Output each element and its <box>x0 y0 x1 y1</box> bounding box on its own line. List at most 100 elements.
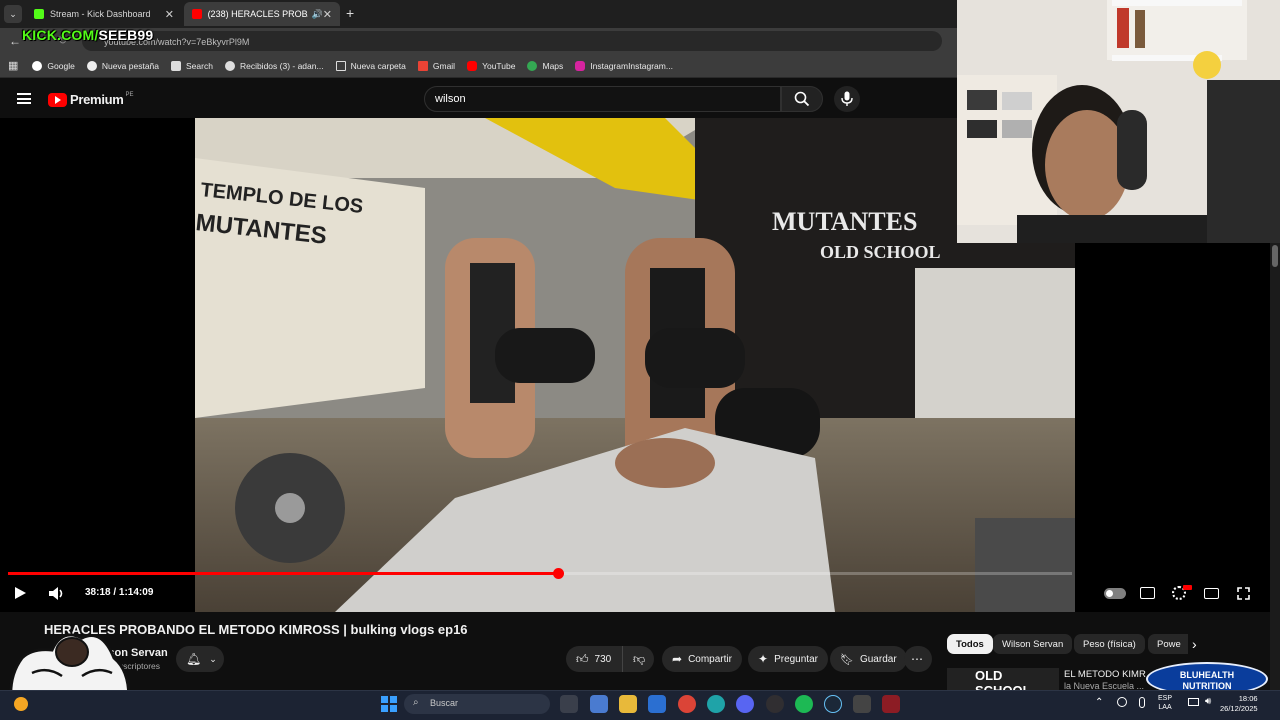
chevron-down-icon: ⌄ <box>209 653 217 664</box>
fullscreen-icon[interactable] <box>1237 587 1250 600</box>
tab-kick-dashboard[interactable]: Stream - Kick Dashboard ✕ <box>26 2 182 26</box>
globe-icon <box>86 60 97 71</box>
widgets-icon[interactable] <box>590 695 608 713</box>
display-icon[interactable] <box>1188 698 1199 706</box>
spotify-icon[interactable] <box>795 695 813 713</box>
bookmark-gmail[interactable]: Gmail <box>417 60 455 71</box>
share-button[interactable]: ➦ Compartir <box>662 646 742 672</box>
bookmark-youtube[interactable]: YouTube <box>467 60 515 71</box>
menu-icon[interactable] <box>17 93 31 104</box>
back-icon[interactable]: ← <box>9 34 21 48</box>
tab-label: Stream - Kick Dashboard <box>50 9 151 19</box>
store-icon[interactable] <box>648 695 666 713</box>
chip-channel[interactable]: Wilson Servan <box>993 634 1073 654</box>
new-tab-button[interactable]: + <box>346 5 354 21</box>
search-button[interactable] <box>781 86 823 112</box>
recommended-thumbnail[interactable]: OLD SCHOOL <box>947 668 1059 690</box>
bookmark-google[interactable]: Google <box>32 60 75 71</box>
taskbar-search-input[interactable]: ⌕ Buscar <box>404 694 550 714</box>
bookmarks-bar: ▦ Google Nueva pestaña Search Recibidos … <box>0 54 957 78</box>
progress-bar[interactable] <box>8 568 1072 579</box>
speaker-icon[interactable]: 🔊 <box>312 9 323 20</box>
windows-start-icon[interactable] <box>381 696 397 712</box>
microphone-tray-icon[interactable] <box>1139 697 1145 708</box>
progress-scrubber[interactable] <box>552 568 564 579</box>
search-icon <box>171 60 182 71</box>
chevron-right-icon[interactable]: › <box>1192 636 1197 652</box>
scrollbar[interactable] <box>1270 243 1280 690</box>
chip-all[interactable]: Todos <box>947 634 993 654</box>
autoplay-toggle[interactable] <box>1104 588 1126 599</box>
bookmark-inbox[interactable]: Recibidos (3) - adan... <box>224 60 324 71</box>
steam-icon[interactable] <box>824 695 842 713</box>
subtitles-icon[interactable] <box>1140 587 1155 599</box>
ask-button[interactable]: ✦ Preguntar <box>748 646 828 672</box>
bookmark-new-tab[interactable]: Nueva pestaña <box>86 60 159 71</box>
bookmark-folder[interactable]: Nueva carpeta <box>335 60 406 71</box>
tab-bar: ⌄ Stream - Kick Dashboard ✕ (238) HERACL… <box>0 0 957 28</box>
tab-label: (238) HERACLES PROBANDO <box>207 9 308 19</box>
obs-icon[interactable] <box>766 695 784 713</box>
scrollbar-thumb[interactable] <box>1272 245 1278 267</box>
play-button[interactable] <box>15 587 26 599</box>
logo-text: Premium <box>70 92 124 107</box>
kick-icon <box>34 9 44 19</box>
bookmark-instagram[interactable]: InstagramInstagram... <box>575 60 673 71</box>
webcam-overlay <box>957 0 1280 243</box>
youtube-play-icon <box>48 92 67 107</box>
network-icon[interactable] <box>1117 697 1127 707</box>
bookmark-search[interactable]: Search <box>171 60 213 71</box>
bookmark-maps[interactable]: Maps <box>527 60 563 71</box>
tab-youtube[interactable]: (238) HERACLES PROBANDO 🔊 ✕ <box>184 2 340 26</box>
bell-icon: 🔔︎ <box>186 652 202 666</box>
file-explorer-icon[interactable] <box>619 695 637 713</box>
close-icon[interactable]: ✕ <box>323 8 332 21</box>
notification-badge-icon[interactable] <box>14 697 28 711</box>
chrome-icon[interactable] <box>678 695 696 713</box>
youtube-logo[interactable]: Premium PE <box>48 92 134 107</box>
chip-power[interactable]: Powe <box>1148 634 1188 654</box>
kick-channel: SEEB99 <box>98 27 154 43</box>
dislike-button[interactable]: 👎︎ <box>622 646 654 672</box>
share-icon: ➦ <box>672 652 683 666</box>
recommended-title-1[interactable]: EL METODO KIMROS... <box>1064 669 1146 680</box>
search-input[interactable]: wilson <box>424 86 781 112</box>
more-icon: ⋯ <box>911 652 923 666</box>
svg-text:OLD SCHOOL: OLD SCHOOL <box>820 242 941 262</box>
voice-search-button[interactable] <box>834 86 860 112</box>
save-button[interactable]: 🔖︎ Guardar <box>830 646 907 672</box>
microphone-icon <box>841 91 853 106</box>
discord-icon[interactable] <box>736 695 754 713</box>
close-icon[interactable]: ✕ <box>165 8 174 21</box>
tab-list-button[interactable]: ⌄ <box>4 5 22 23</box>
apps-icon[interactable]: ▦ <box>8 59 18 72</box>
notification-bell-button[interactable]: 🔔︎ ⌄ <box>176 646 224 672</box>
task-view-icon[interactable] <box>560 695 578 713</box>
gmail-icon <box>417 60 428 71</box>
app-icon-2[interactable] <box>882 695 900 713</box>
video-frame[interactable]: TEMPLO DE LOS MUTANTES MUTANTES OLD SCHO… <box>195 118 1075 612</box>
language-indicator[interactable]: ESP LAA <box>1158 694 1172 712</box>
thumbs-down-icon: 👎︎ <box>633 651 646 666</box>
globe-icon <box>224 60 235 71</box>
system-clock[interactable]: 18:06 26/12/2025 <box>1220 694 1258 714</box>
kick-channel-overlay: KICK.COM/SEEB99 <box>22 27 153 43</box>
thumbnail-text: OLD SCHOOL <box>975 668 1031 690</box>
chip-weight[interactable]: Peso (física) <box>1074 634 1145 654</box>
app-icon[interactable] <box>853 695 871 713</box>
sponsor-line-1: BLUHEALTH <box>1179 670 1235 680</box>
youtube-icon <box>467 60 478 71</box>
edge-icon[interactable] <box>707 695 725 713</box>
more-actions-button[interactable]: ⋯ <box>904 646 932 672</box>
tray-chevron-icon[interactable]: ⌃ <box>1095 697 1103 708</box>
windows-taskbar <box>0 690 1280 720</box>
hd-badge <box>1183 585 1192 590</box>
search-icon <box>794 91 810 107</box>
volume-tray-icon[interactable]: 🔊︎ <box>1205 696 1211 707</box>
volume-icon[interactable] <box>48 586 65 601</box>
folder-icon <box>335 60 346 71</box>
maps-icon <box>527 60 538 71</box>
theater-mode-icon[interactable] <box>1204 588 1219 599</box>
like-button[interactable]: 👍︎ 730 <box>566 646 622 672</box>
like-count: 730 <box>594 653 612 665</box>
